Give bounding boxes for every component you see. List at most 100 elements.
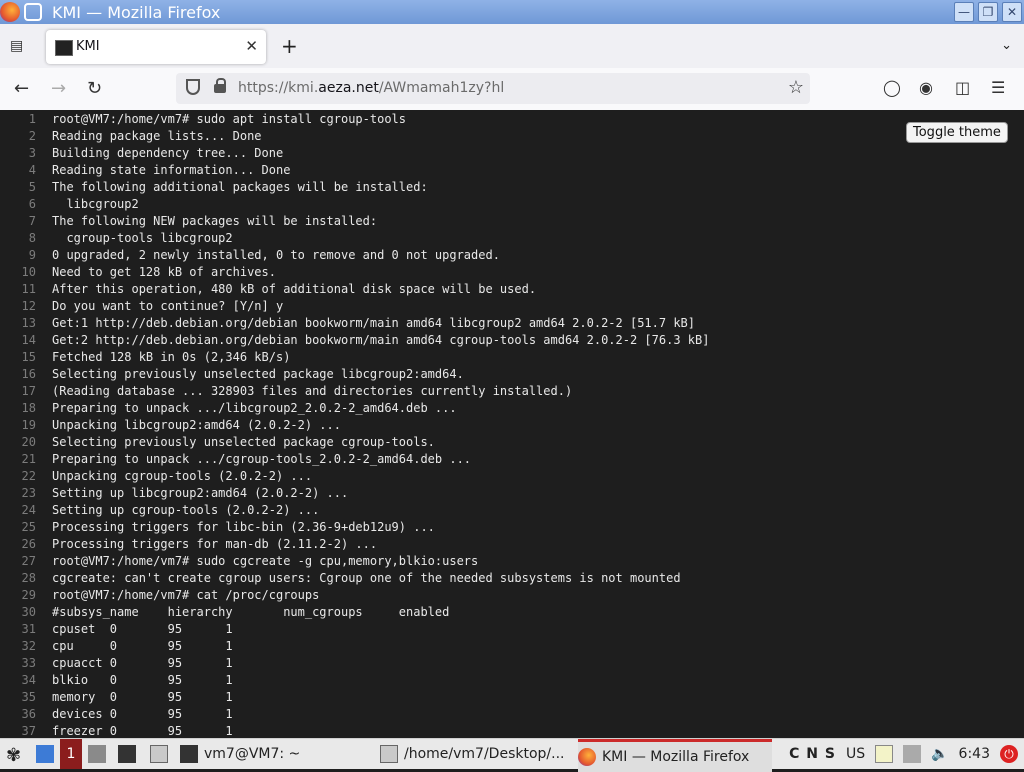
line-number: 25 — [21, 520, 36, 534]
tab-overflow-chevron-icon[interactable]: ⌄ — [1001, 38, 1012, 53]
url-bar[interactable]: https://kmi.aeza.net/AWmamah1zy?hl ☆ — [176, 73, 810, 104]
line-number: 5 — [28, 180, 36, 194]
line-text: (Reading database ... 328903 files and d… — [52, 384, 573, 398]
terminal-line: 13 Get:1 http://deb.debian.org/debian boo… — [0, 315, 695, 332]
terminal-line: 26 Processing triggers for man-db (2.11.2… — [0, 536, 378, 553]
line-number: 14 — [21, 333, 36, 347]
back-button[interactable]: ← — [14, 78, 29, 99]
tab-kmi[interactable]: KMI ✕ — [46, 30, 266, 64]
tracking-shield-icon[interactable] — [186, 79, 200, 95]
terminal-output[interactable]: 37 freezer 0 95 1 36 devices 0 95 1 35 memory… — [0, 110, 1024, 738]
taskbar: ✾ 1 vm7@VM7: ~ /home/vm7/Desktop/... KMI… — [0, 738, 1024, 772]
line-number: 28 — [21, 571, 36, 585]
editor-launcher[interactable] — [150, 739, 168, 769]
account-icon[interactable]: ◉ — [919, 78, 933, 97]
tray-indicators[interactable]: C N S — [789, 746, 836, 762]
line-text: cgcreate: can't create cgroup users: Cgr… — [52, 571, 681, 585]
reload-button[interactable]: ↻ — [87, 78, 102, 99]
power-icon[interactable]: ⏻ — [1000, 745, 1018, 763]
line-text: Unpacking cgroup-tools (2.0.2-2) ... — [52, 469, 313, 483]
terminal-line: 4 Reading state information... Done — [0, 162, 291, 179]
terminal-line: 3 Building dependency tree... Done — [0, 145, 283, 162]
terminal-favicon-icon — [55, 40, 73, 56]
show-desktop-button[interactable] — [36, 739, 54, 769]
list-all-tabs-icon[interactable]: ▤ — [10, 38, 28, 54]
line-number: 23 — [21, 486, 36, 500]
line-number: 26 — [21, 537, 36, 551]
new-tab-button[interactable]: + — [281, 34, 298, 58]
line-text: Setting up libcgroup2:amd64 (2.0.2-2) ..… — [52, 486, 349, 500]
line-number: 37 — [21, 724, 36, 738]
tab-close-icon[interactable]: ✕ — [245, 37, 258, 55]
clipboard-icon[interactable] — [875, 745, 894, 763]
line-number: 32 — [21, 639, 36, 653]
line-text: The following additional packages will b… — [52, 180, 428, 194]
line-text: Reading state information... Done — [52, 163, 291, 177]
line-number: 6 — [28, 197, 36, 211]
extensions-icon[interactable]: ◫ — [955, 78, 970, 97]
terminal-icon — [118, 745, 136, 763]
line-number: 35 — [21, 690, 36, 704]
line-text: Building dependency tree... Done — [52, 146, 284, 160]
terminal-line: 27 root@VM7:/home/vm7# sudo cgcreate -g c… — [0, 553, 479, 570]
system-tray: C N S US 🔈 6:43 ⏻ — [789, 739, 1018, 769]
toggle-theme-button[interactable]: Toggle theme — [906, 122, 1008, 143]
firefox-icon — [578, 748, 596, 766]
minimize-button[interactable]: — — [954, 2, 974, 22]
line-number: 8 — [28, 231, 36, 245]
updates-icon[interactable] — [903, 745, 922, 763]
window-titlebar: KMI — Mozilla Firefox — ❐ ✕ — [0, 0, 1024, 24]
line-number: 2 — [28, 129, 36, 143]
line-text: 0 upgraded, 2 newly installed, 0 to remo… — [52, 248, 500, 262]
start-menu-button[interactable]: ✾ — [6, 739, 24, 769]
clock[interactable]: 6:43 — [959, 746, 990, 762]
line-number: 3 — [28, 146, 36, 160]
lock-icon[interactable] — [214, 78, 226, 93]
bookmark-star-icon[interactable]: ☆ — [788, 77, 804, 98]
line-number: 33 — [21, 656, 36, 670]
window-menu-icon[interactable] — [24, 3, 42, 21]
close-window-button[interactable]: ✕ — [1002, 2, 1022, 22]
window-title: KMI — Mozilla Firefox — [52, 3, 221, 22]
line-text: Selecting previously unselected package … — [52, 367, 464, 381]
terminal-line: 20 Selecting previously unselected packag… — [0, 434, 435, 451]
terminal-line: 8 cgroup-tools libcgroup2 — [0, 230, 233, 247]
terminal-line: 30 #subsys_name hierarchy num_cgroups ena… — [0, 604, 450, 621]
terminal-line: 5 The following additional packages will … — [0, 179, 428, 196]
line-text: Do you want to continue? [Y/n] y — [52, 299, 284, 313]
line-text: root@VM7:/home/vm7# sudo apt install cgr… — [52, 112, 407, 126]
task-firefox[interactable]: KMI — Mozilla Firefox — [578, 739, 772, 772]
keyboard-layout[interactable]: US — [846, 746, 865, 762]
line-number: 31 — [21, 622, 36, 636]
text-editor-icon — [380, 745, 398, 763]
line-text: cpu 0 95 1 — [52, 639, 233, 653]
terminal-line: 17 (Reading database ... 328903 files and… — [0, 383, 573, 400]
line-text: After this operation, 480 kB of addition… — [52, 282, 537, 296]
terminal-line: 32 cpu 0 95 1 — [0, 638, 233, 655]
terminal-line: 19 Unpacking libcgroup2:amd64 (2.0.2-2) .… — [0, 417, 341, 434]
terminal-launcher[interactable] — [118, 739, 136, 769]
line-text: Setting up cgroup-tools (2.0.2-2) ... — [52, 503, 320, 517]
text-editor-icon — [150, 745, 168, 763]
line-text: freezer 0 95 1 — [52, 724, 233, 738]
line-text: cpuset 0 95 1 — [52, 622, 233, 636]
line-number: 22 — [21, 469, 36, 483]
firefox-icon[interactable] — [0, 2, 20, 22]
task-editor[interactable]: /home/vm7/Desktop/... — [380, 739, 574, 769]
terminal-line: 28 cgcreate: can't create cgroup users: C… — [0, 570, 681, 587]
terminal-line: 9 0 upgraded, 2 newly installed, 0 to rem… — [0, 247, 500, 264]
maximize-button[interactable]: ❐ — [978, 2, 998, 22]
volume-icon[interactable]: 🔈 — [931, 746, 948, 762]
file-manager-launcher[interactable] — [88, 739, 106, 769]
terminal-line: 37 freezer 0 95 1 — [0, 723, 233, 738]
url-text[interactable]: https://kmi.aeza.net/AWmamah1zy?hl — [238, 80, 504, 96]
workspace-indicator[interactable]: 1 — [60, 739, 82, 769]
task-terminal[interactable]: vm7@VM7: ~ — [180, 739, 376, 769]
pocket-icon[interactable]: ◯ — [883, 78, 901, 97]
menu-icon[interactable]: ☰ — [991, 78, 1005, 97]
line-number: 30 — [21, 605, 36, 619]
app-menu-icon: ✾ — [6, 745, 22, 766]
line-text: Get:2 http://deb.debian.org/debian bookw… — [52, 333, 710, 347]
forward-button[interactable]: → — [51, 78, 66, 99]
line-number: 11 — [21, 282, 36, 296]
